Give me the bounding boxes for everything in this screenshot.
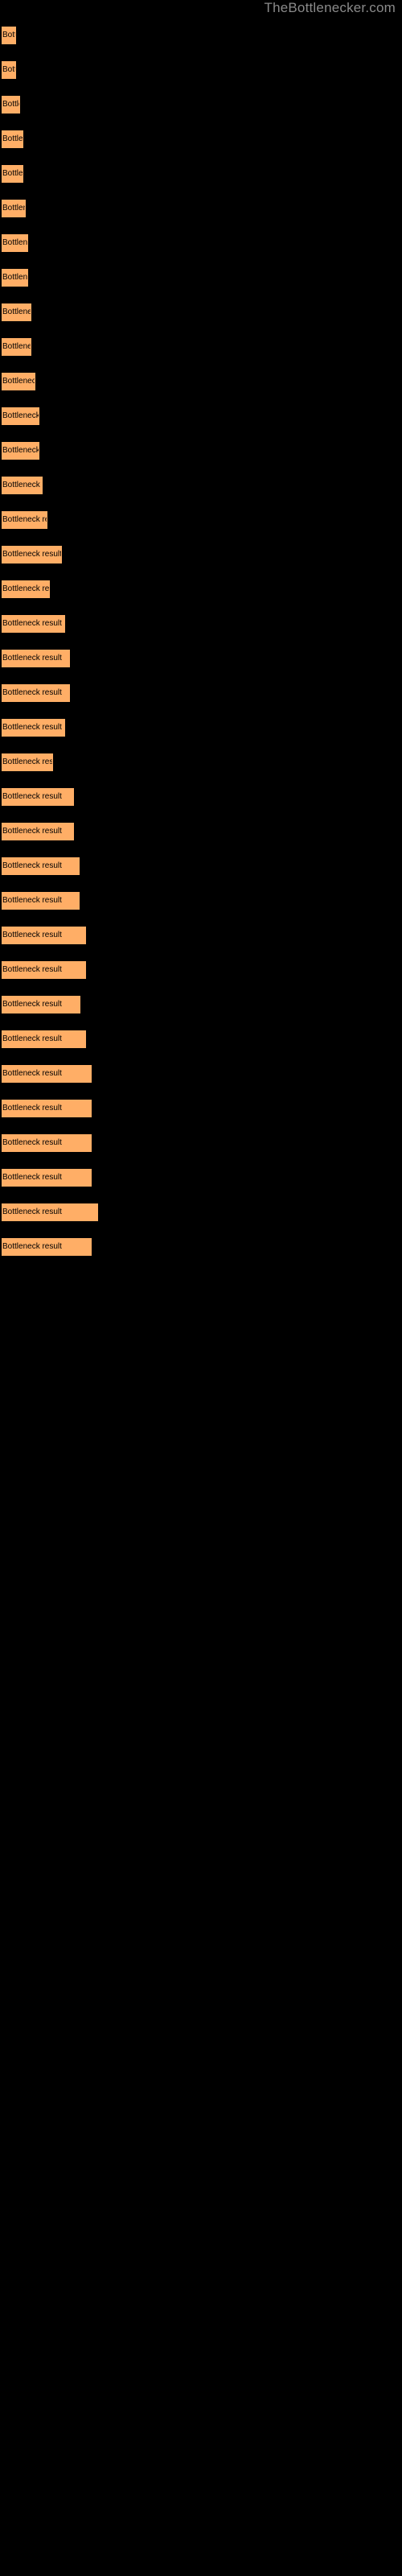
bar-row: Bottleneck result (0, 334, 402, 369)
bar[interactable] (2, 1169, 92, 1187)
bar[interactable] (2, 753, 53, 771)
bar-row: Bottleneck result (0, 403, 402, 438)
bar-row: Bottleneck result (0, 1234, 402, 1269)
bar-row: Bottleneck result (0, 369, 402, 403)
bar[interactable] (2, 407, 39, 425)
bar-row: Bottleneck result (0, 1096, 402, 1130)
bar[interactable] (2, 719, 65, 737)
bar[interactable] (2, 788, 74, 806)
bar[interactable] (2, 823, 74, 840)
bar[interactable] (2, 1238, 92, 1256)
bar[interactable] (2, 1030, 86, 1048)
bar-row: Bottleneck result (0, 749, 402, 784)
bar[interactable] (2, 269, 28, 287)
bar-row: Bottleneck result (0, 1165, 402, 1199)
bar-row: Bottleneck result (0, 923, 402, 957)
bar-row: Bottleneck result (0, 680, 402, 715)
bar[interactable] (2, 130, 23, 148)
bar[interactable] (2, 165, 23, 183)
bar-row: Bottleneck result (0, 888, 402, 923)
bar[interactable] (2, 61, 16, 79)
site-watermark: TheBottlenecker.com (264, 0, 396, 15)
bar-row: Bottleneck result (0, 992, 402, 1026)
bar-chart: Bottleneck resultBottleneck resultBottle… (0, 23, 402, 1269)
bar-row: Bottleneck result (0, 161, 402, 196)
bar-row: Bottleneck result (0, 57, 402, 92)
bar-row: Bottleneck result (0, 507, 402, 542)
bar[interactable] (2, 234, 28, 252)
bar[interactable] (2, 961, 86, 979)
bar-row: Bottleneck result (0, 542, 402, 576)
bar[interactable] (2, 546, 62, 564)
bar-row: Bottleneck result (0, 957, 402, 992)
bar-row: Bottleneck result (0, 819, 402, 853)
bar[interactable] (2, 927, 86, 944)
bar-row: Bottleneck result (0, 853, 402, 888)
bar-row: Bottleneck result (0, 265, 402, 299)
bar[interactable] (2, 303, 31, 321)
chart-page: TheBottlenecker.com Bottleneck resultBot… (0, 0, 402, 2576)
bar[interactable] (2, 511, 47, 529)
bar-row: Bottleneck result (0, 715, 402, 749)
bar-row: Bottleneck result (0, 1130, 402, 1165)
bar-row: Bottleneck result (0, 299, 402, 334)
bar[interactable] (2, 338, 31, 356)
bar[interactable] (2, 373, 35, 390)
bar[interactable] (2, 200, 26, 217)
bar-row: Bottleneck result (0, 576, 402, 611)
bar-row: Bottleneck result (0, 230, 402, 265)
bar[interactable] (2, 1203, 98, 1221)
bar-row: Bottleneck result (0, 126, 402, 161)
bar[interactable] (2, 1134, 92, 1152)
bar[interactable] (2, 615, 65, 633)
bar[interactable] (2, 442, 39, 460)
bar[interactable] (2, 650, 70, 667)
bar-row: Bottleneck result (0, 92, 402, 126)
bar-row: Bottleneck result (0, 23, 402, 57)
bar-row: Bottleneck result (0, 1026, 402, 1061)
bar[interactable] (2, 892, 80, 910)
bar-row: Bottleneck result (0, 611, 402, 646)
bar[interactable] (2, 477, 43, 494)
bar[interactable] (2, 857, 80, 875)
bar-row: Bottleneck result (0, 646, 402, 680)
bar-row: Bottleneck result (0, 1199, 402, 1234)
bar[interactable] (2, 996, 80, 1013)
bar-row: Bottleneck result (0, 1061, 402, 1096)
bar[interactable] (2, 1065, 92, 1083)
bar[interactable] (2, 580, 50, 598)
bar[interactable] (2, 27, 16, 44)
bar[interactable] (2, 684, 70, 702)
bar-row: Bottleneck result (0, 438, 402, 473)
bar-row: Bottleneck result (0, 473, 402, 507)
bar-row: Bottleneck result (0, 196, 402, 230)
bar[interactable] (2, 1100, 92, 1117)
bar-row: Bottleneck result (0, 784, 402, 819)
bar[interactable] (2, 96, 20, 114)
